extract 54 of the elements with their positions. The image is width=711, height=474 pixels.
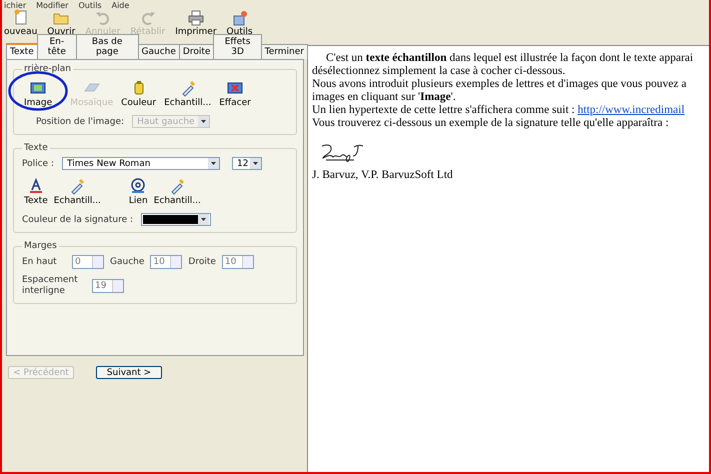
nav-button[interactable]: Suivant > — [96, 366, 162, 379]
menu-item[interactable]: Aide — [112, 0, 130, 11]
tab[interactable]: Gauche — [138, 44, 180, 59]
tab[interactable]: Terminer — [260, 44, 308, 59]
color-dropdown[interactable] — [141, 213, 212, 226]
menu-item[interactable]: Outils — [78, 0, 102, 11]
font-label: Police : — [22, 158, 54, 168]
spacing-label: Espacement interligne — [22, 275, 79, 297]
preview-text: Nous avons introduit plusieurs exemples de lettres et d'images que vous pouvez a — [312, 78, 688, 91]
tab[interactable]: Texte — [6, 43, 38, 59]
circle-annotation — [8, 71, 68, 111]
text-option-button[interactable]: Echantill... — [152, 176, 203, 207]
margin-spinner[interactable]: 10 — [222, 255, 254, 269]
preview-text: Vous trouverez ci-dessous un exemple de la signature telle qu'elle apparaîtra : — [312, 117, 670, 130]
text-option-button[interactable]: Echantill... — [52, 176, 103, 207]
menu-item[interactable]: ichier — [4, 0, 26, 11]
toolbar-button[interactable]: Outils — [224, 9, 255, 37]
color-swatch — [143, 215, 198, 224]
group-title: Marges — [23, 241, 58, 251]
margin-label: Droite — [188, 257, 216, 267]
size-dropdown[interactable]: 12 — [232, 157, 262, 170]
toolbar-button[interactable]: Ouvrir — [45, 9, 78, 37]
toolbar-button[interactable]: ouveau — [2, 9, 40, 37]
background-option-button[interactable]: Echantill... — [162, 78, 214, 109]
margin-spinner[interactable]: 0 — [72, 255, 104, 269]
group-title: Texte — [23, 143, 49, 153]
at-sign-icon — [129, 177, 148, 195]
text-option-button[interactable]: Lien — [126, 176, 150, 207]
text-option-button[interactable]: Texte — [22, 176, 50, 207]
position-label: Position de l'image: — [36, 116, 124, 126]
background-option-button[interactable]: Effacer — [217, 78, 253, 109]
tab[interactable]: En-tête — [36, 34, 77, 59]
margin-label: En haut — [22, 257, 58, 267]
tab[interactable]: Bas de page — [76, 34, 139, 59]
preview-text: images en cliquant sur 'Image'. — [312, 91, 457, 104]
tab[interactable]: Effets 3D — [213, 34, 262, 59]
background-option-button[interactable]: Couleur — [119, 78, 158, 109]
link[interactable]: http://www.incredimail — [578, 104, 685, 116]
preview-text: désélectionnez simplement la case à cocher ci-dessous. — [312, 65, 566, 78]
margin-label: Gauche — [110, 257, 144, 267]
menu-item[interactable]: Modifier — [36, 0, 68, 11]
margin-spinner[interactable]: 10 — [150, 255, 182, 269]
signature-color-label: Couleur de la signature : — [22, 214, 134, 224]
printer-icon — [186, 9, 205, 27]
spacing-spinner[interactable]: 19 — [92, 279, 124, 293]
undo-icon — [94, 9, 112, 27]
toolbar-button[interactable]: Imprimer — [173, 9, 219, 37]
signature-drawing — [320, 142, 366, 162]
group-title: rrière-plan — [23, 64, 72, 74]
preview-text: C'est un texte échantillon dans lequel est illustrée la façon dont le texte apparai — [325, 52, 694, 65]
font-dropdown[interactable]: Times New Roman — [62, 157, 220, 170]
preview-text: Un lien hypertexte de cette lettre s'affichera comme suit : http://www.incredimail — [312, 104, 686, 117]
signature-name: J. Barvuz, V.P. BarvuzSoft Ltd — [312, 169, 454, 182]
tab[interactable]: Droite — [178, 44, 214, 59]
